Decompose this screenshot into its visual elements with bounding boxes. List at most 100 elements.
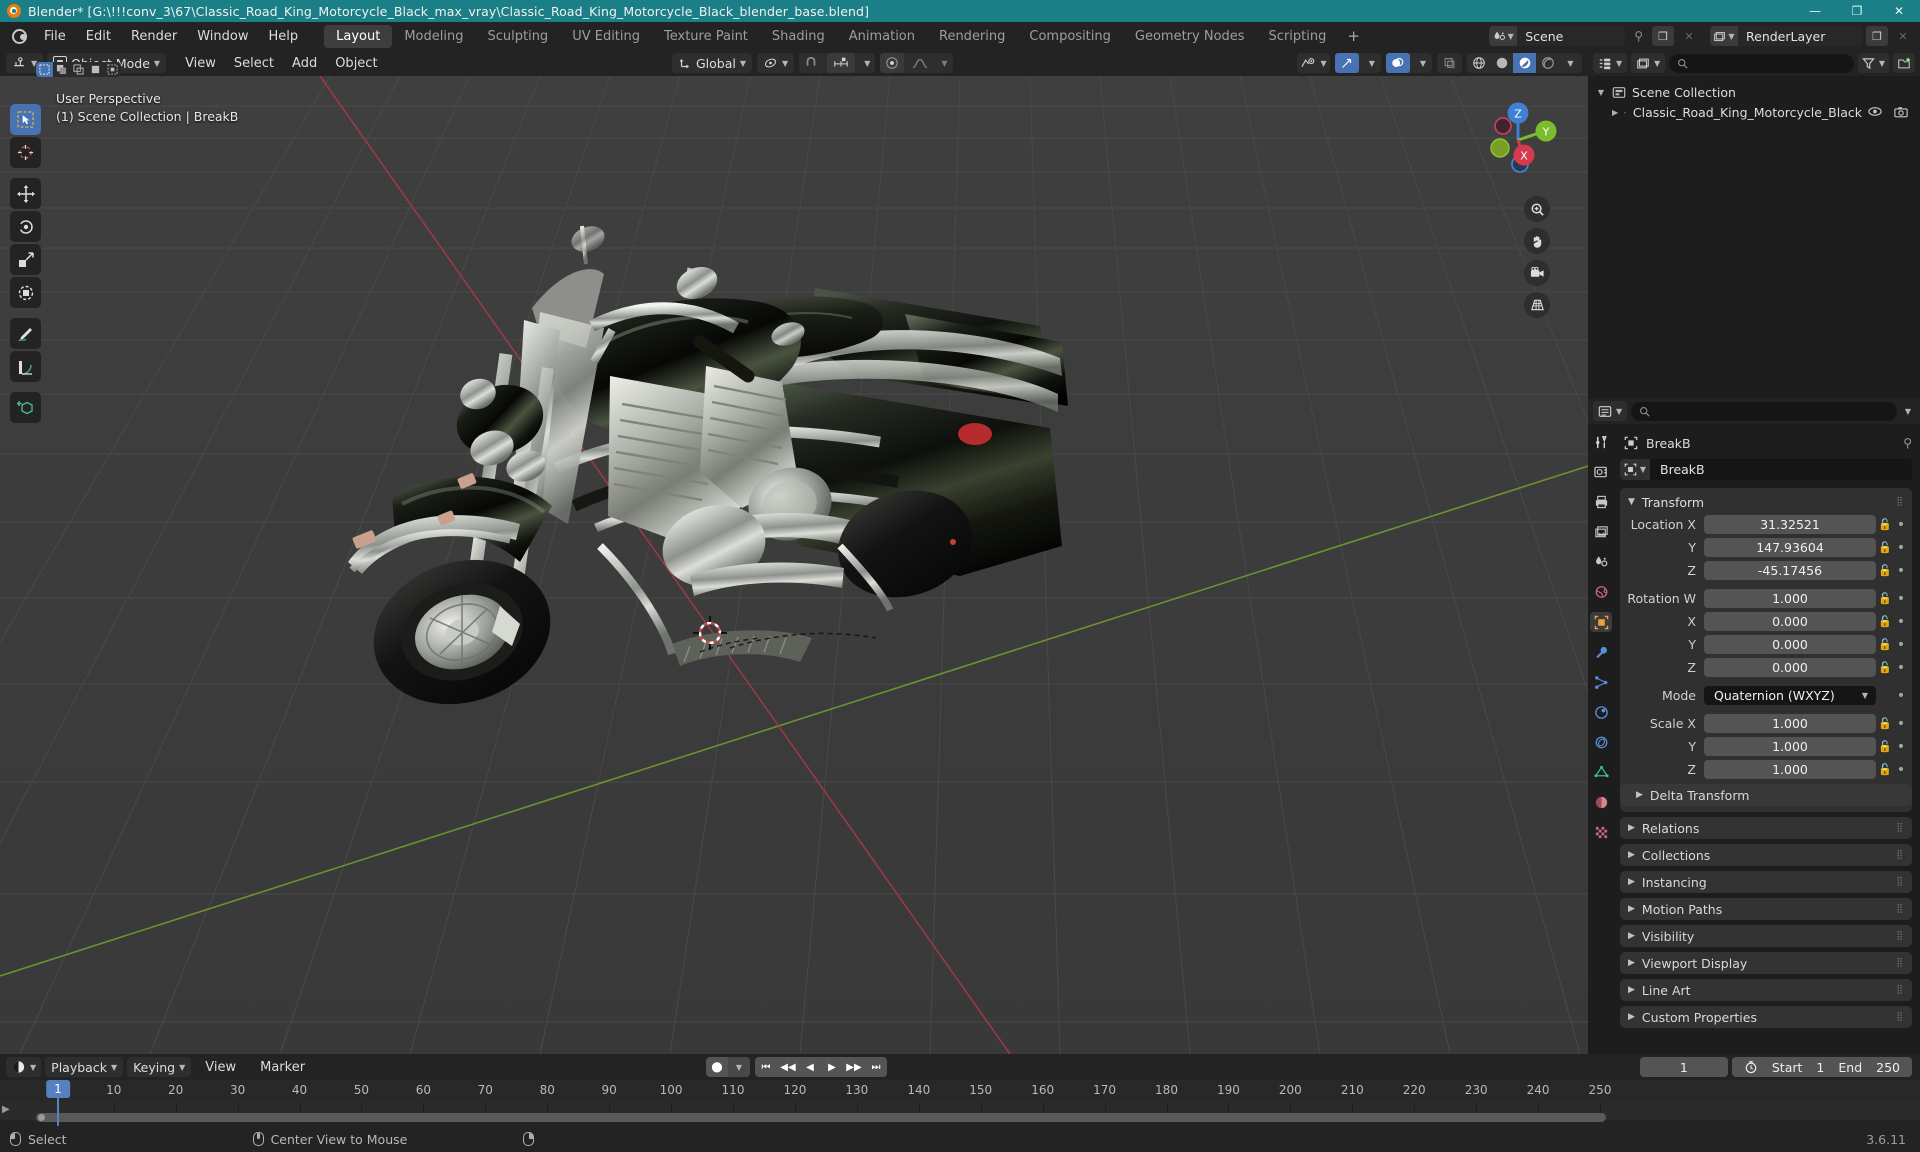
snap-target-selector[interactable] <box>827 53 856 73</box>
properties-tab-scene[interactable] <box>1590 552 1612 572</box>
tab-uv-editing[interactable]: UV Editing <box>560 25 652 48</box>
playhead-frame-label[interactable]: 1 <box>46 1080 70 1098</box>
panel-visibility[interactable]: ▶ Visibility ⣿ <box>1620 925 1912 947</box>
location-z-input[interactable]: -45.17456 <box>1704 561 1876 580</box>
delete-scene-button[interactable]: ✕ <box>1678 26 1700 46</box>
jump-to-end-button[interactable]: ⏭ <box>865 1057 887 1077</box>
camera-render-icon[interactable] <box>1894 106 1908 118</box>
lock-icon[interactable]: 🔓 <box>1876 615 1894 628</box>
rotation-y-input[interactable]: 0.000 <box>1704 635 1876 654</box>
current-frame-input[interactable]: 1 <box>1639 1057 1728 1077</box>
end-frame-value[interactable]: 250 <box>1876 1060 1900 1075</box>
tweak-select-button[interactable] <box>36 62 53 77</box>
properties-tab-view-layer[interactable] <box>1590 522 1612 542</box>
rotation-w-input[interactable]: 1.000 <box>1704 589 1876 608</box>
rendered-shading-button[interactable] <box>1536 53 1559 73</box>
viewport-menu-select[interactable]: Select <box>225 53 283 74</box>
menu-help[interactable]: Help <box>259 25 309 48</box>
menu-edit[interactable]: Edit <box>76 25 121 48</box>
xray-toggle[interactable] <box>1437 53 1462 73</box>
new-view-layer-button[interactable]: ❐ <box>1866 26 1888 46</box>
properties-tab-output[interactable] <box>1590 492 1612 512</box>
tool-annotate[interactable] <box>10 318 41 349</box>
viewport-menu-add[interactable]: Add <box>283 53 326 74</box>
tab-layout[interactable]: Layout <box>324 24 393 48</box>
keying-menu[interactable]: Keying ▼ <box>127 1057 192 1077</box>
properties-tab-object[interactable] <box>1590 612 1612 632</box>
tab-shading[interactable]: Shading <box>760 25 837 48</box>
extend-select-button[interactable] <box>53 62 70 77</box>
animate-dot-icon[interactable]: • <box>1894 564 1908 578</box>
pin-scene-icon[interactable]: ⚲ <box>1629 29 1648 43</box>
tab-texture-paint[interactable]: Texture Paint <box>652 25 760 48</box>
animate-dot-icon[interactable]: • <box>1894 763 1908 777</box>
panel-collections[interactable]: ▶ Collections ⣿ <box>1620 844 1912 866</box>
material-preview-button[interactable] <box>1513 53 1536 73</box>
tab-scripting[interactable]: Scripting <box>1257 25 1339 48</box>
properties-tab-constraints[interactable] <box>1590 732 1612 752</box>
lock-icon[interactable]: 🔓 <box>1876 740 1894 753</box>
delta-transform-subpanel[interactable]: ▶ Delta Transform <box>1620 784 1912 806</box>
auto-keying-options[interactable]: ▼ <box>728 1057 750 1077</box>
outliner-display-mode-button[interactable]: ▼ <box>1631 53 1666 73</box>
motorcycle-3d-model[interactable] <box>0 76 1588 1054</box>
properties-tab-modifier[interactable] <box>1590 642 1612 662</box>
properties-tab-texture[interactable] <box>1590 822 1612 842</box>
start-frame-value[interactable]: 1 <box>1816 1060 1824 1075</box>
animate-dot-icon[interactable]: • <box>1894 518 1908 532</box>
view-layer-selector[interactable]: ▼ RenderLayer <box>1710 26 1862 46</box>
jump-to-start-button[interactable]: ⏮ <box>755 1057 777 1077</box>
timeline-horizontal-scrollbar[interactable] <box>36 1113 1606 1122</box>
tab-modeling[interactable]: Modeling <box>392 25 475 48</box>
invert-select-button[interactable] <box>87 62 104 77</box>
show-overlays-toggle[interactable] <box>1385 53 1410 73</box>
lock-icon[interactable]: 🔓 <box>1876 518 1894 531</box>
menu-file[interactable]: File <box>34 25 76 48</box>
eye-icon[interactable] <box>1868 106 1882 118</box>
outliner-search-input[interactable] <box>1669 53 1854 73</box>
zoom-icon[interactable] <box>1524 196 1550 222</box>
snap-magnet-icon[interactable] <box>799 53 823 73</box>
lock-icon[interactable]: 🔓 <box>1876 541 1894 554</box>
transform-panel-title[interactable]: ▼ Transform ⣿ <box>1620 492 1912 512</box>
pivot-point-selector[interactable]: ▼ <box>757 53 795 73</box>
tab-geometry-nodes[interactable]: Geometry Nodes <box>1123 25 1257 48</box>
frame-range-fields[interactable]: Start 1 End 250 <box>1731 1057 1912 1077</box>
delete-view-layer-button[interactable]: ✕ <box>1892 26 1914 46</box>
tool-scale[interactable] <box>10 244 41 275</box>
subtract-select-button[interactable] <box>70 62 87 77</box>
object-name-field[interactable]: ▼ BreakB <box>1620 459 1912 480</box>
timeline-menu-marker[interactable]: Marker <box>250 1056 315 1079</box>
scale-x-input[interactable]: 1.000 <box>1704 714 1876 733</box>
panel-motion-paths[interactable]: ▶ Motion Paths ⣿ <box>1620 898 1912 920</box>
location-x-input[interactable]: 31.32521 <box>1704 515 1876 534</box>
animate-dot-icon[interactable]: • <box>1894 615 1908 629</box>
panel-custom-properties[interactable]: ▶ Custom Properties ⣿ <box>1620 1006 1912 1028</box>
expand-triangle-icon[interactable]: ▶ <box>1612 108 1618 117</box>
wireframe-shading-button[interactable] <box>1467 53 1490 73</box>
panel-line-art[interactable]: ▶ Line Art ⣿ <box>1620 979 1912 1001</box>
viewport-menu-object[interactable]: Object <box>326 53 386 74</box>
timeline-ruler[interactable]: 10 20 30 40 50 60 70 80 90 100 110 120 130 140 150 160 1… <box>0 1080 1920 1102</box>
falloff-curve-icon[interactable] <box>908 53 932 73</box>
properties-tab-particles[interactable] <box>1590 672 1612 692</box>
play-reverse-button[interactable]: ◀ <box>799 1057 821 1077</box>
shading-options-caret[interactable]: ▼ <box>1559 53 1582 73</box>
auto-keying-button[interactable]: ⬤ <box>706 1057 728 1077</box>
timeline-editor-type-button[interactable]: ▼ <box>6 1057 42 1077</box>
rotation-x-input[interactable]: 0.000 <box>1704 612 1876 631</box>
blender-menu-icon[interactable] <box>8 27 30 45</box>
add-workspace-button[interactable]: + <box>1338 25 1369 47</box>
tab-rendering[interactable]: Rendering <box>927 25 1017 48</box>
close-button[interactable]: ✕ <box>1878 0 1920 22</box>
3d-viewport[interactable]: User Perspective (1) Scene Collection | … <box>0 76 1588 1054</box>
orthographic-toggle-icon[interactable] <box>1524 292 1550 318</box>
lock-icon[interactable]: 🔓 <box>1876 592 1894 605</box>
rotation-z-input[interactable]: 0.000 <box>1704 658 1876 677</box>
rotation-mode-dropdown[interactable]: Quaternion (WXYZ) ▼ <box>1704 686 1876 705</box>
animate-dot-icon[interactable]: • <box>1894 740 1908 754</box>
camera-view-icon[interactable] <box>1524 260 1550 286</box>
animate-dot-icon[interactable]: • <box>1894 541 1908 555</box>
tab-sculpting[interactable]: Sculpting <box>475 25 560 48</box>
properties-options-caret[interactable]: ▼ <box>1901 407 1915 416</box>
